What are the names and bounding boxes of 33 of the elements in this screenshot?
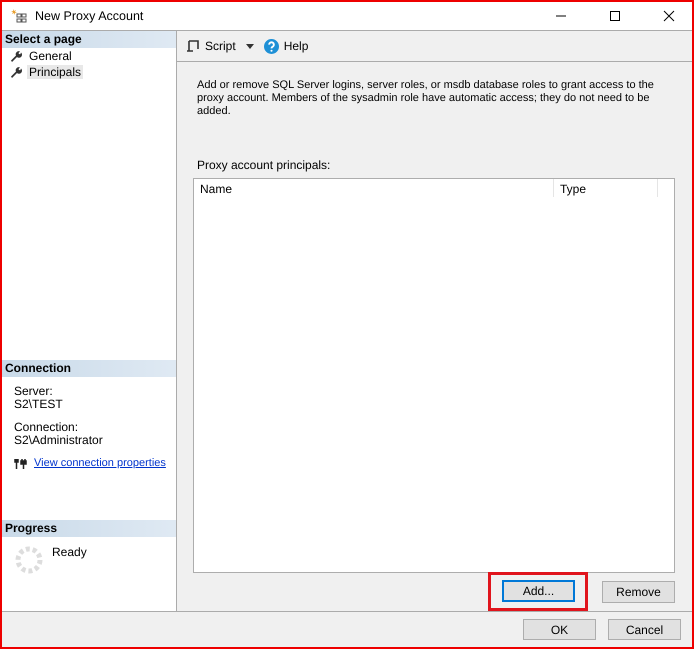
principals-list[interactable]: Name Type xyxy=(193,178,675,573)
column-header[interactable]: Type xyxy=(554,179,658,197)
wrench-icon xyxy=(10,66,22,78)
column-header[interactable]: Name xyxy=(194,179,554,197)
section-header: Progress xyxy=(2,520,176,537)
dropdown-caret-icon[interactable] xyxy=(246,44,254,48)
remove-button[interactable]: Remove xyxy=(602,580,675,602)
connection-label: Connection: xyxy=(14,421,80,434)
server-value: S2\TEST xyxy=(14,398,64,411)
connection-properties-link[interactable]: View connection properties xyxy=(34,457,166,470)
maximize-icon[interactable] xyxy=(609,10,621,22)
ok-button[interactable]: OK xyxy=(523,619,596,640)
description-text: Add or remove SQL Server logins, server roles, or msdb database roles to grant access to the proxy account. Members of the sysadmin role have automatic access; they do not need to be added. xyxy=(197,79,655,118)
progress-status: Ready xyxy=(52,545,87,559)
help-button[interactable]: Help xyxy=(262,36,310,56)
connection-value: S2\Administrator xyxy=(14,434,104,447)
section-header: Connection xyxy=(2,360,176,377)
page-item[interactable]: Principals xyxy=(27,65,84,79)
cancel-button[interactable]: Cancel xyxy=(608,619,681,640)
principals-label: Proxy account principals: xyxy=(197,158,332,172)
close-icon[interactable] xyxy=(663,10,675,22)
server-label: Server: xyxy=(14,385,54,398)
window-title: New Proxy Account xyxy=(35,9,144,23)
wrench-icon xyxy=(10,50,22,62)
spinner-icon xyxy=(14,545,44,575)
script-button[interactable]: Script xyxy=(184,37,238,55)
section-header: Select a page xyxy=(2,31,176,48)
add-button[interactable]: Add... xyxy=(502,580,575,602)
page-item[interactable]: General xyxy=(27,49,74,63)
app-icon xyxy=(11,8,27,24)
plug-icon xyxy=(14,458,28,470)
script-icon xyxy=(186,39,200,53)
help-icon xyxy=(264,38,279,54)
